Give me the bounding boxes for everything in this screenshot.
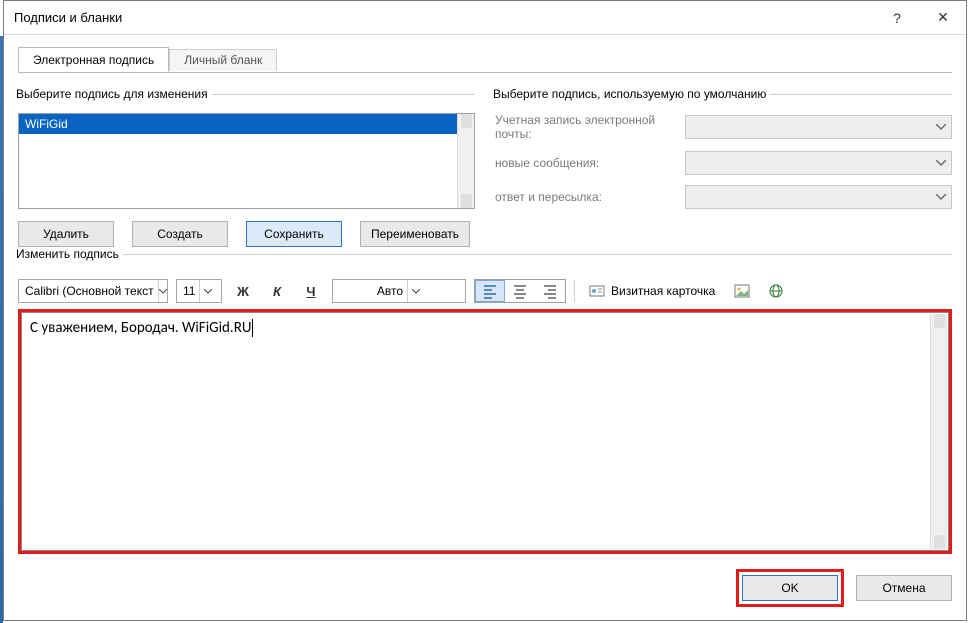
font-family-combo[interactable]: Calibri (Основной текст bbox=[18, 279, 168, 303]
dialog-footer: OK Отмена bbox=[18, 568, 952, 608]
hyperlink-icon bbox=[768, 283, 784, 299]
close-icon: ✕ bbox=[937, 9, 949, 26]
chevron-down-icon bbox=[199, 280, 215, 302]
tab-email-signature[interactable]: Электронная подпись bbox=[18, 47, 169, 72]
insert-hyperlink-button[interactable] bbox=[763, 279, 789, 303]
signature-editor[interactable]: С уважением, Бородач. WiFiGid.RU bbox=[21, 312, 949, 551]
tab-personal-stationery[interactable]: Личный бланк bbox=[169, 49, 277, 71]
insert-picture-button[interactable] bbox=[729, 279, 755, 303]
group-select-signature-label: Выберите подпись для изменения bbox=[16, 87, 212, 101]
select-replies[interactable] bbox=[685, 185, 952, 209]
editor-highlight: С уважением, Бородач. WiFiGid.RU bbox=[18, 309, 952, 554]
ok-button[interactable]: OK bbox=[742, 575, 838, 601]
delete-button[interactable]: Удалить bbox=[18, 221, 114, 247]
help-button[interactable]: ? bbox=[874, 1, 920, 35]
group-default-signature: Выберите подпись, используемую по умолча… bbox=[495, 87, 952, 219]
titlebar: Подписи и бланки ? ✕ bbox=[4, 1, 966, 35]
italic-button[interactable]: К bbox=[264, 279, 290, 303]
edit-toolbar: Calibri (Основной текст 11 Ж К Ч Авто bbox=[18, 279, 952, 303]
ok-highlight: OK bbox=[736, 569, 844, 607]
label-replies: ответ и пересылка: bbox=[495, 190, 685, 204]
underline-button[interactable]: Ч bbox=[298, 279, 324, 303]
font-size-combo[interactable]: 11 bbox=[176, 279, 222, 303]
align-left-button[interactable] bbox=[475, 280, 505, 302]
chevron-down-icon bbox=[158, 280, 167, 302]
chevron-down-icon bbox=[931, 186, 951, 208]
align-right-icon bbox=[542, 283, 558, 299]
group-default-signature-label: Выберите подпись, используемую по умолча… bbox=[493, 87, 770, 101]
label-email-account: Учетная запись электронной почты: bbox=[495, 113, 685, 141]
picture-icon bbox=[734, 283, 750, 299]
titlebar-text: Подписи и бланки bbox=[14, 10, 122, 25]
dialog-window: Подписи и бланки ? ✕ Электронная подпись… bbox=[3, 0, 967, 621]
rename-button[interactable]: Переименовать bbox=[360, 221, 470, 247]
editor-content: С уважением, Бородач. WiFiGid.RU bbox=[30, 319, 253, 337]
help-icon: ? bbox=[893, 10, 901, 26]
align-center-icon bbox=[512, 283, 528, 299]
group-edit-signature: Изменить подпись Calibri (Основной текст… bbox=[18, 247, 952, 554]
business-card-button[interactable]: Визитная карточка bbox=[583, 279, 721, 303]
tabstrip: Электронная подпись Личный бланк bbox=[18, 47, 952, 73]
chevron-down-icon bbox=[407, 280, 423, 302]
alignment-group bbox=[474, 279, 566, 303]
align-left-icon bbox=[482, 283, 498, 299]
select-email-account[interactable] bbox=[685, 115, 952, 139]
group-select-signature: Выберите подпись для изменения WiFiGid У… bbox=[18, 87, 475, 247]
signature-list-item[interactable]: WiFiGid bbox=[19, 114, 457, 134]
align-center-button[interactable] bbox=[505, 280, 535, 302]
bold-button[interactable]: Ж bbox=[230, 279, 256, 303]
close-button[interactable]: ✕ bbox=[920, 1, 966, 35]
signature-listbox[interactable]: WiFiGid bbox=[18, 113, 475, 209]
save-button[interactable]: Сохранить bbox=[246, 221, 342, 247]
group-edit-signature-label: Изменить подпись bbox=[16, 247, 123, 261]
cancel-button[interactable]: Отмена bbox=[856, 575, 952, 601]
listbox-scrollbar[interactable] bbox=[457, 114, 474, 208]
editor-scrollbar[interactable] bbox=[930, 314, 947, 549]
chevron-down-icon bbox=[931, 116, 951, 138]
create-button[interactable]: Создать bbox=[132, 221, 228, 247]
business-card-icon bbox=[589, 283, 605, 299]
chevron-down-icon bbox=[931, 152, 951, 174]
align-right-button[interactable] bbox=[535, 280, 565, 302]
toolbar-separator bbox=[574, 280, 575, 302]
label-new-messages: новые сообщения: bbox=[495, 156, 685, 170]
font-color-combo[interactable]: Авто bbox=[332, 279, 466, 303]
select-new-messages[interactable] bbox=[685, 151, 952, 175]
